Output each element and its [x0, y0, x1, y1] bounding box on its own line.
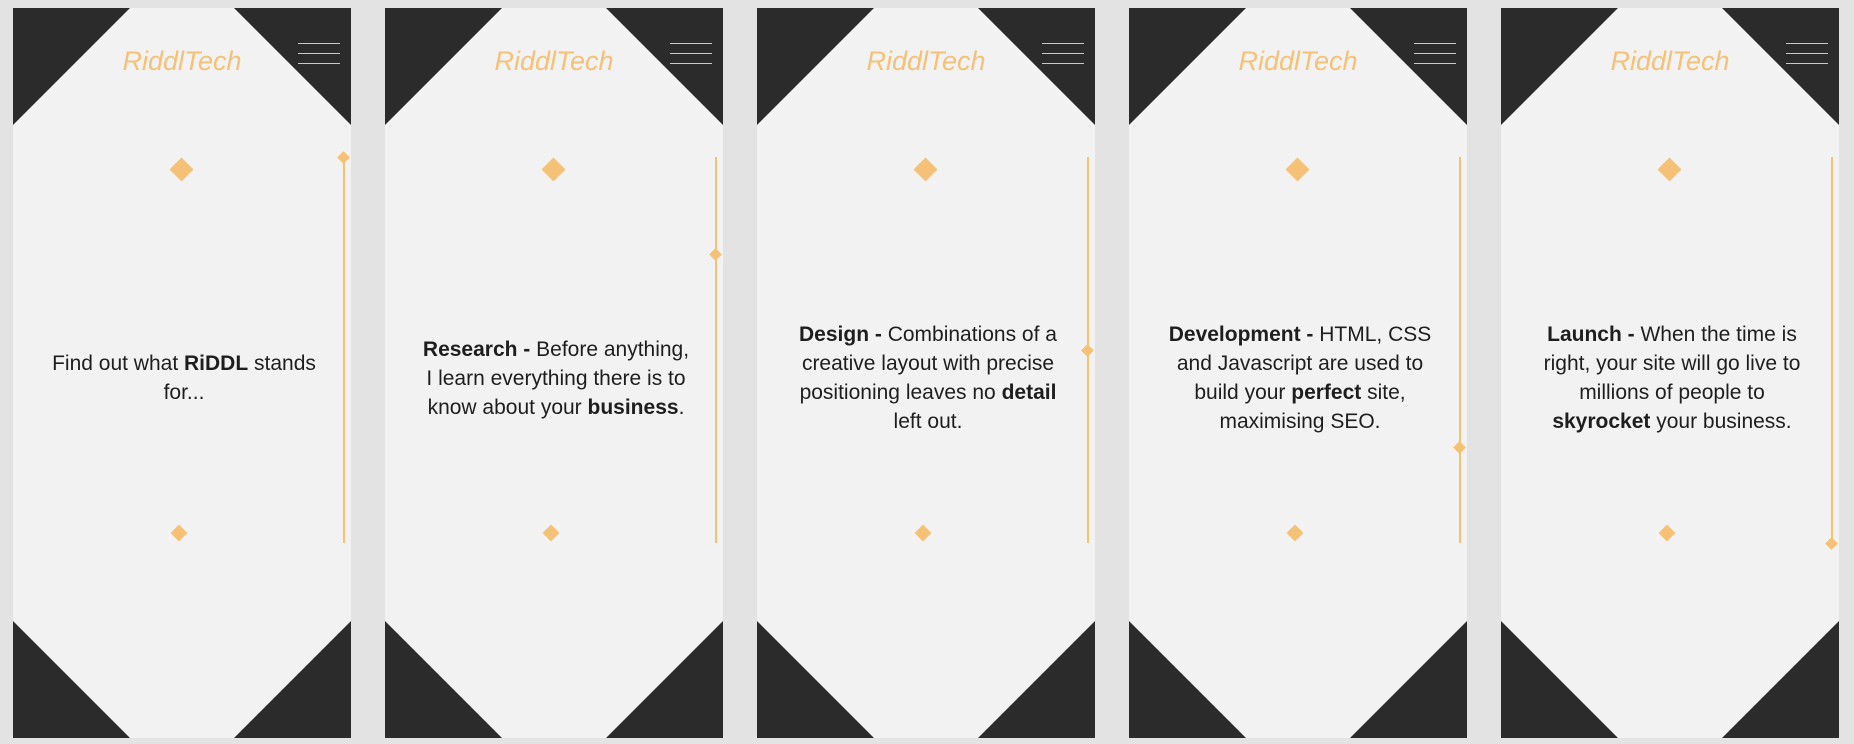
step-description: Research - Before anything, I learn ever…: [421, 208, 691, 548]
emphasis-text: Launch -: [1547, 323, 1635, 346]
bottom-right-corner-shape: [234, 621, 351, 738]
step-text: Development - HTML, CSS and Javascript a…: [1165, 320, 1435, 436]
mobile-screen: RiddlTech Design - Combinations of a crea…: [757, 8, 1095, 738]
step-description: Development - HTML, CSS and Javascript a…: [1165, 208, 1435, 548]
menu-line: [1786, 53, 1828, 54]
top-diamond-icon: [1285, 157, 1310, 182]
body-text: your business.: [1650, 410, 1792, 433]
progress-marker[interactable]: [337, 151, 350, 164]
menu-line: [1042, 43, 1084, 44]
emphasis-text: Design -: [799, 323, 882, 346]
menu-line: [670, 53, 712, 54]
bottom-right-corner-shape: [978, 621, 1095, 738]
progress-track: [1459, 157, 1461, 543]
progress-track: [1831, 157, 1833, 543]
top-diamond-icon: [913, 157, 938, 182]
mobile-screen: RiddlTech Find out what RiDDL stands for.…: [13, 8, 351, 738]
emphasis-text: RiDDL: [184, 352, 249, 375]
menu-line: [1414, 43, 1456, 44]
hamburger-menu-icon[interactable]: [298, 40, 340, 68]
bottom-left-corner-shape: [13, 621, 130, 738]
mobile-screen: RiddlTech Launch - When the time is right…: [1501, 8, 1839, 738]
bottom-right-corner-shape: [1350, 621, 1467, 738]
progress-marker[interactable]: [1825, 537, 1838, 550]
step-text: Research - Before anything, I learn ever…: [421, 335, 691, 422]
emphasis-text: perfect: [1291, 381, 1362, 404]
emphasis-text: Development -: [1168, 323, 1314, 346]
progress-track: [715, 157, 717, 543]
menu-line: [1786, 63, 1828, 64]
hamburger-menu-icon[interactable]: [1786, 40, 1828, 68]
body-text: Find out what: [52, 352, 184, 375]
menu-line: [298, 53, 340, 54]
step-text: Design - Combinations of a creative layo…: [793, 320, 1063, 436]
step-description: Launch - When the time is right, your si…: [1537, 208, 1807, 548]
emphasis-text: Research -: [422, 337, 531, 361]
step-text: Find out what RiDDL stands for...: [49, 349, 319, 407]
step-text: Launch - When the time is right, your si…: [1537, 320, 1807, 436]
emphasis-text: business: [587, 395, 679, 419]
menu-line: [298, 43, 340, 44]
top-diamond-icon: [1657, 157, 1682, 182]
body-text: .: [678, 395, 685, 419]
menu-line: [1414, 63, 1456, 64]
bottom-left-corner-shape: [385, 621, 502, 738]
progress-marker[interactable]: [1081, 344, 1094, 357]
menu-line: [670, 63, 712, 64]
menu-line: [298, 63, 340, 64]
step-description: Design - Combinations of a creative layo…: [793, 208, 1063, 548]
bottom-right-corner-shape: [606, 621, 723, 738]
bottom-left-corner-shape: [1501, 621, 1618, 738]
top-diamond-icon: [169, 157, 194, 182]
progress-marker[interactable]: [709, 247, 722, 261]
menu-line: [1042, 53, 1084, 54]
hamburger-menu-icon[interactable]: [1414, 40, 1456, 68]
menu-line: [1786, 43, 1828, 44]
progress-marker[interactable]: [1453, 440, 1466, 454]
step-description: Find out what RiDDL stands for...: [49, 208, 319, 548]
hamburger-menu-icon[interactable]: [1042, 40, 1084, 68]
mobile-screen: RiddlTech Development - HTML, CSS and Jav…: [1129, 8, 1467, 738]
progress-track: [343, 157, 345, 543]
top-diamond-icon: [541, 157, 566, 182]
emphasis-text: skyrocket: [1552, 410, 1651, 433]
menu-line: [1042, 63, 1084, 64]
bottom-left-corner-shape: [757, 621, 874, 738]
hamburger-menu-icon[interactable]: [670, 40, 712, 68]
mobile-screen: RiddlTech Research - Before anything, I l…: [385, 8, 723, 738]
menu-line: [1414, 53, 1456, 54]
bottom-right-corner-shape: [1722, 621, 1839, 738]
emphasis-text: detail: [1001, 381, 1057, 404]
body-text: left out.: [893, 410, 963, 433]
bottom-left-corner-shape: [1129, 621, 1246, 738]
menu-line: [670, 43, 712, 44]
